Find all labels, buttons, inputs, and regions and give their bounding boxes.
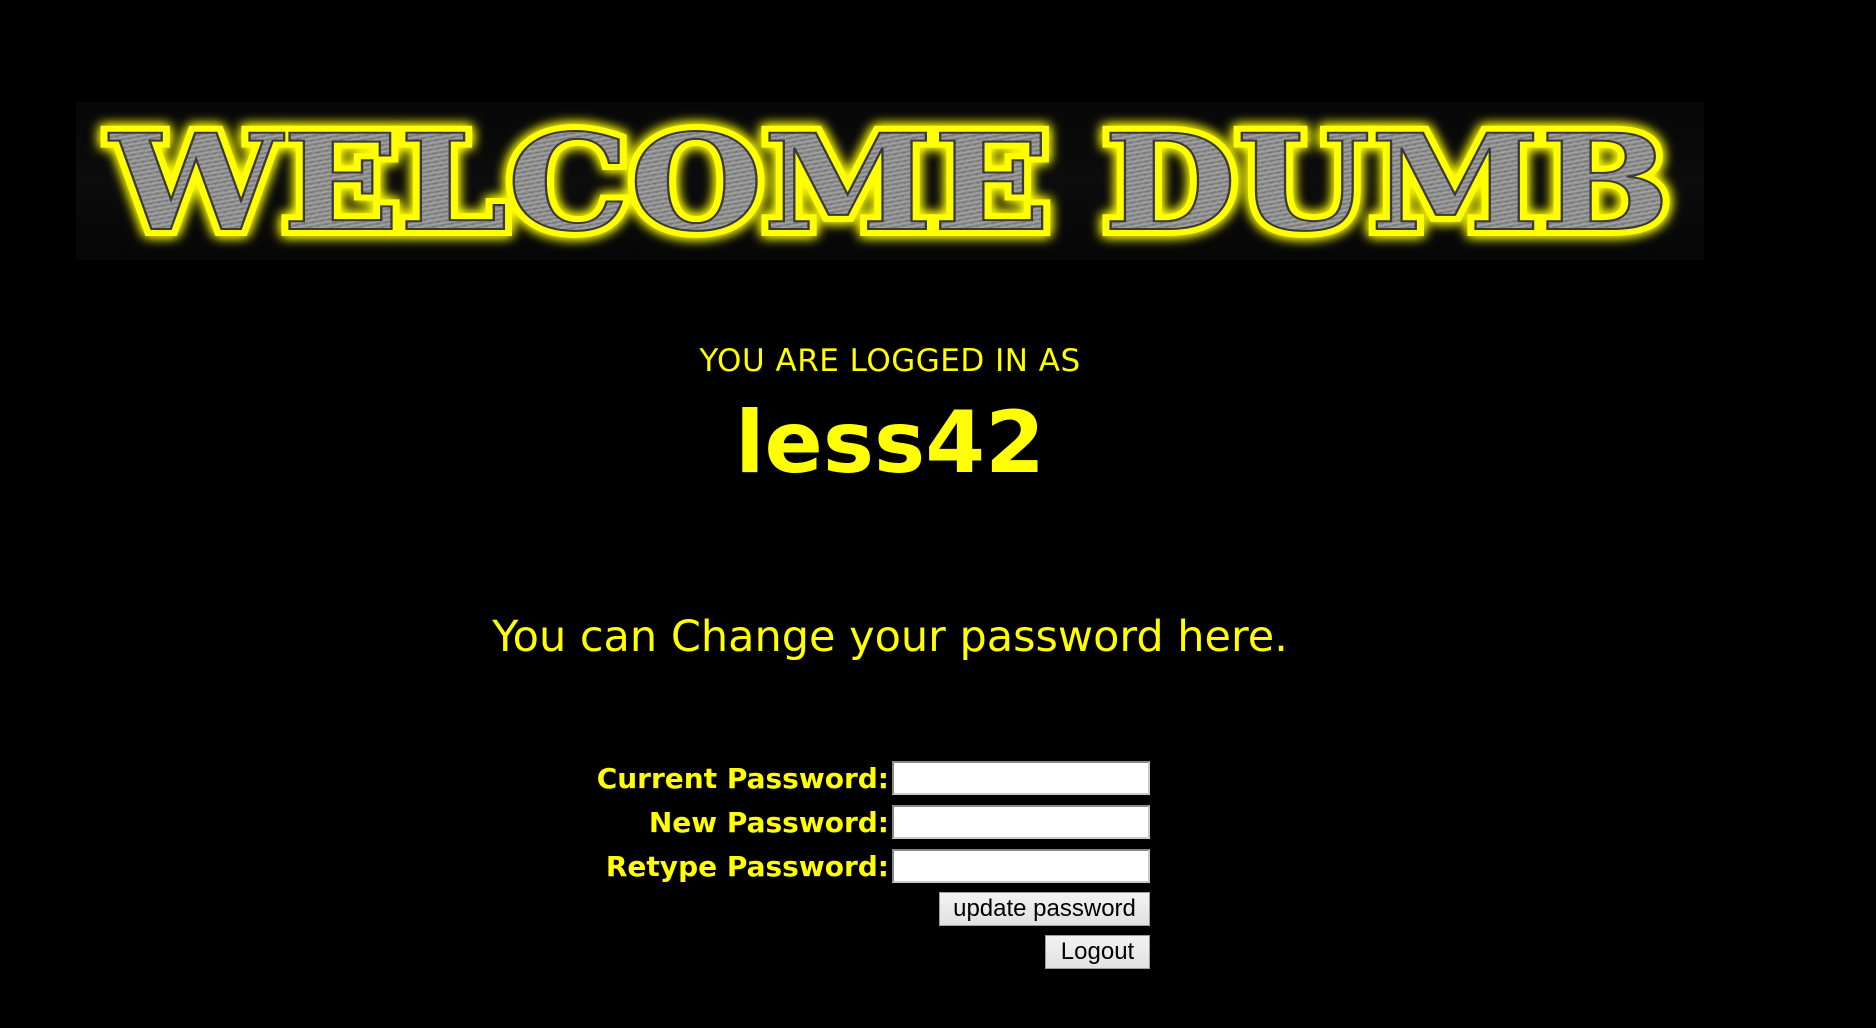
welcome-logo-text: WELCOME DUMB bbox=[108, 106, 1670, 260]
current-password-label: Current Password: bbox=[596, 762, 889, 795]
current-password-input[interactable] bbox=[892, 761, 1150, 795]
page: WELCOME DUMB WELCOME DUMB YOU ARE LOGGED… bbox=[0, 0, 1876, 1028]
current-password-row: Current Password: bbox=[560, 761, 1150, 797]
logged-in-caption: YOU ARE LOGGED IN AS bbox=[699, 343, 1081, 379]
retype-password-label: Retype Password: bbox=[605, 850, 889, 883]
welcome-logo: WELCOME DUMB WELCOME DUMB bbox=[101, 102, 1677, 260]
new-password-row: New Password: bbox=[560, 805, 1150, 841]
retype-password-row: Retype Password: bbox=[560, 849, 1150, 885]
change-password-message: You can Change your password here. bbox=[492, 612, 1288, 662]
update-password-button[interactable]: update password bbox=[939, 892, 1150, 926]
logout-button[interactable]: Logout bbox=[1045, 935, 1150, 969]
new-password-input[interactable] bbox=[892, 805, 1150, 839]
new-password-label: New Password: bbox=[648, 806, 889, 839]
username: less42 bbox=[735, 393, 1045, 493]
welcome-banner: WELCOME DUMB WELCOME DUMB bbox=[76, 102, 1704, 260]
retype-password-input[interactable] bbox=[892, 849, 1150, 883]
